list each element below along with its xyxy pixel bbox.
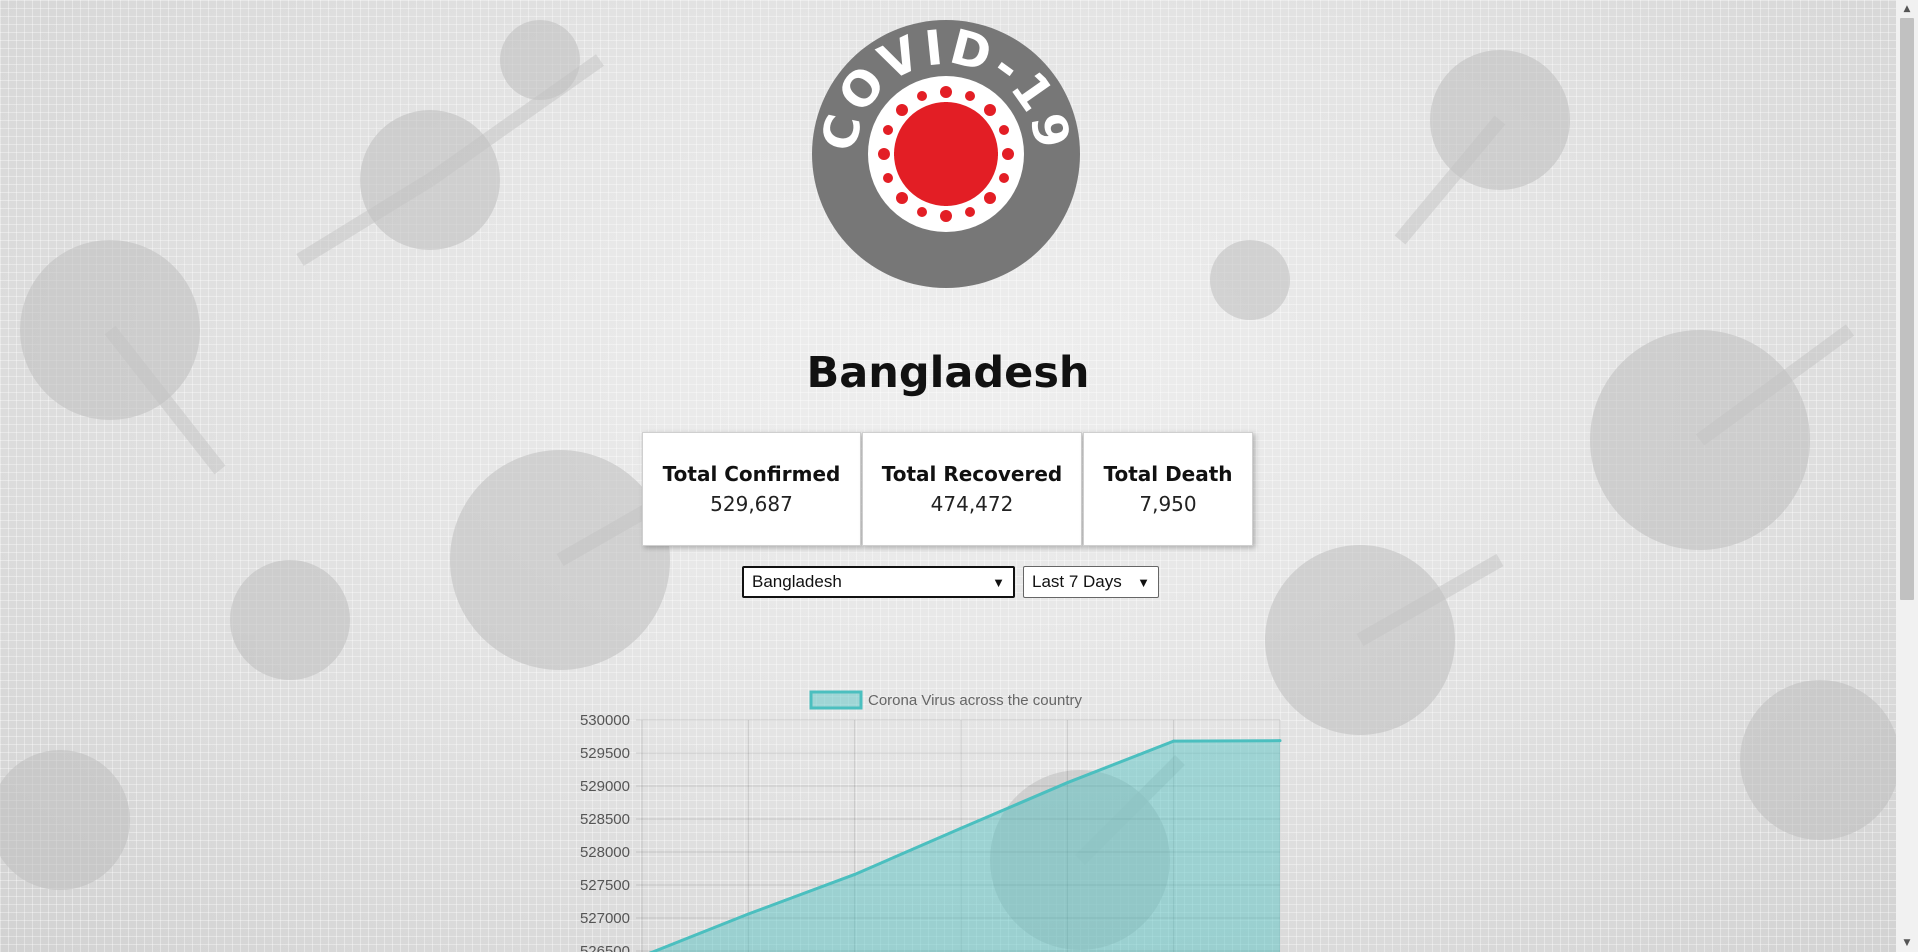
y-tick-label: 529500 bbox=[580, 745, 630, 762]
y-tick-label: 528500 bbox=[580, 811, 630, 828]
y-tick-label: 528000 bbox=[580, 844, 630, 861]
total-confirmed-value: 529,687 bbox=[710, 492, 793, 516]
stats-row: Total Confirmed 529,687 Total Recovered … bbox=[642, 432, 1253, 546]
vertical-scrollbar[interactable]: ▲ ▼ bbox=[1896, 0, 1918, 952]
date-range-select-value: Last 7 Days bbox=[1032, 572, 1122, 591]
data-point bbox=[1278, 739, 1282, 743]
total-confirmed-label: Total Confirmed bbox=[662, 462, 841, 486]
y-tick-label: 529000 bbox=[580, 778, 630, 795]
legend-swatch bbox=[809, 690, 863, 710]
total-recovered-value: 474,472 bbox=[930, 492, 1014, 516]
chevron-down-icon: ▼ bbox=[992, 574, 1005, 590]
country-title: Bangladesh bbox=[806, 348, 1090, 398]
chevron-down-icon: ▼ bbox=[1137, 574, 1150, 590]
country-select[interactable]: Bangladesh ▼ bbox=[742, 566, 1015, 598]
y-tick-label: 527000 bbox=[580, 910, 630, 927]
data-point bbox=[853, 872, 857, 876]
total-death-card: Total Death 7,950 bbox=[1083, 432, 1253, 546]
total-death-label: Total Death bbox=[1103, 462, 1233, 486]
total-recovered-label: Total Recovered bbox=[881, 462, 1063, 486]
y-tick-label: 527500 bbox=[580, 877, 630, 894]
total-death-value: 7,950 bbox=[1139, 492, 1197, 516]
legend-label: Corona Virus across the country bbox=[868, 692, 1082, 709]
filter-controls: Bangladesh ▼ Last 7 Days ▼ bbox=[742, 566, 1159, 598]
data-point bbox=[959, 826, 963, 830]
data-point bbox=[1172, 739, 1176, 743]
date-range-select[interactable]: Last 7 Days ▼ bbox=[1023, 566, 1159, 598]
cases-area-chart: Corona Virus across the country 530000 529… bbox=[560, 690, 1282, 952]
covid-19-logo: COVID-19 bbox=[812, 20, 1080, 288]
scroll-up-arrow-icon[interactable]: ▲ bbox=[1896, 0, 1918, 18]
scroll-down-arrow-icon[interactable]: ▼ bbox=[1896, 934, 1918, 952]
data-point bbox=[746, 912, 750, 916]
data-point bbox=[1065, 781, 1069, 785]
total-confirmed-card: Total Confirmed 529,687 bbox=[642, 432, 861, 546]
scrollbar-thumb[interactable] bbox=[1900, 18, 1914, 600]
y-tick-label: 526500 bbox=[580, 943, 630, 952]
country-select-value: Bangladesh bbox=[752, 572, 842, 591]
y-tick-label: 530000 bbox=[580, 712, 630, 729]
total-recovered-card: Total Recovered 474,472 bbox=[862, 432, 1082, 546]
